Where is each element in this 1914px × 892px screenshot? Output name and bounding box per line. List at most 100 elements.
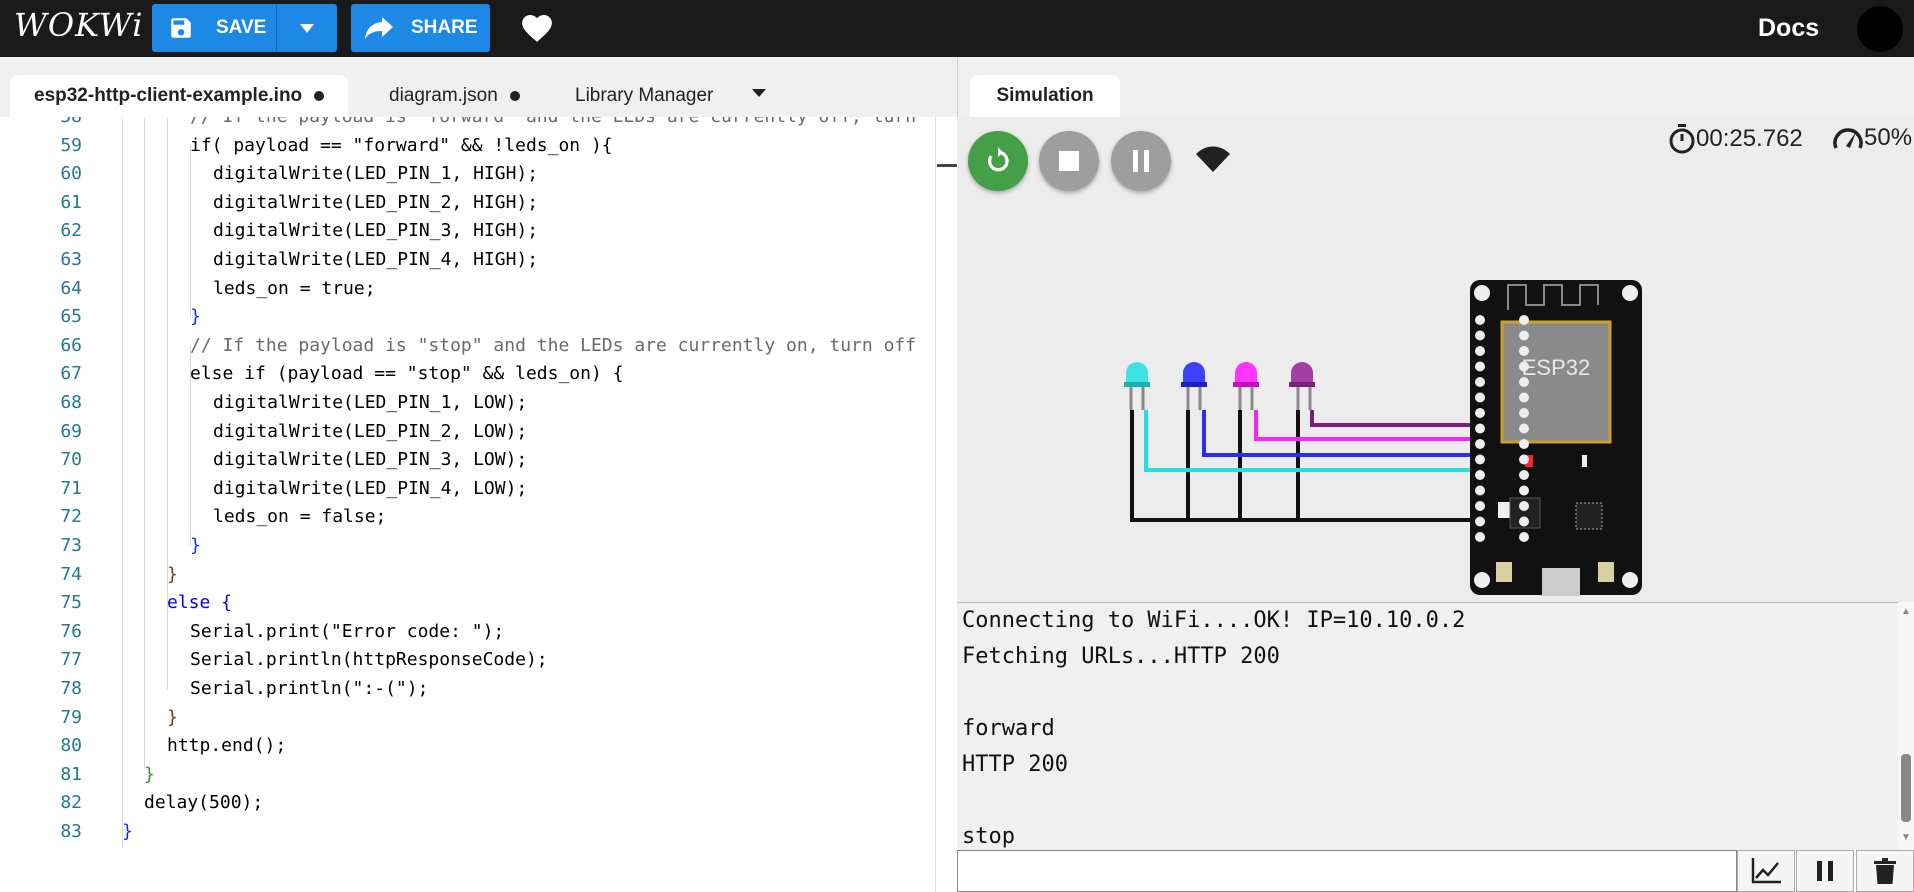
header-pin <box>1519 361 1529 372</box>
chart-icon <box>1751 858 1781 884</box>
serial-scrollbar[interactable]: ▲ ▼ <box>1898 602 1914 850</box>
header-pin <box>1519 470 1529 480</box>
save-icon <box>171 18 191 38</box>
speed-value: 50% <box>1864 124 1913 151</box>
header-pin <box>1475 454 1485 465</box>
editor-tabs: esp32-http-client-example.ino diagram.js… <box>0 57 957 117</box>
pause-icon <box>1817 861 1833 881</box>
led-3[interactable] <box>1233 362 1259 410</box>
tab-diagram-json[interactable]: diagram.json <box>389 75 520 117</box>
serial-line: HTTP 200 <box>962 752 1068 777</box>
wifi-icon <box>1196 146 1230 172</box>
scroll-up-icon[interactable]: ▲ <box>1901 606 1911 617</box>
code-line: 74} <box>60 563 178 585</box>
serial-line: forward <box>962 716 1055 741</box>
save-button-group: SAVE <box>152 4 337 52</box>
code-line: 60 digitalWrite(LED_PIN_1, HIGH); <box>60 163 539 185</box>
header-pin <box>1519 532 1529 542</box>
serial-line: Fetching URLs...HTTP 200 <box>962 644 1280 669</box>
code-line: 65} <box>60 306 201 328</box>
led-4[interactable] <box>1289 362 1315 410</box>
header-pin <box>1475 439 1485 449</box>
header-pin <box>1519 423 1529 434</box>
code-line: 59 if( payload == "forward" && !leds_on )… <box>60 134 613 156</box>
esp32-pins <box>1475 315 1529 542</box>
code-line: 61 digitalWrite(LED_PIN_2, HIGH); <box>60 191 539 213</box>
header-pin <box>1519 439 1529 449</box>
restart-simulation-button[interactable] <box>968 131 1028 191</box>
docs-link[interactable]: Docs <box>1758 14 1819 43</box>
tab-library-manager[interactable]: Library Manager <box>575 75 713 117</box>
header-pin <box>1475 330 1485 341</box>
code-line: 77 Serial.println(httpResponseCode); <box>60 649 548 671</box>
share-label: SHARE <box>411 17 478 38</box>
editor-divider <box>935 117 936 892</box>
code-line: 71 digitalWrite(LED_PIN_4, LOW); <box>60 477 528 499</box>
header-pin <box>1475 470 1485 480</box>
scrollbar-thumb[interactable] <box>1901 754 1911 822</box>
share-button[interactable]: SHARE <box>351 4 490 52</box>
serial-clear-button[interactable] <box>1856 850 1914 892</box>
code-line: 76 Serial.print("Error code: "); <box>60 620 505 642</box>
header-pin <box>1519 346 1529 356</box>
modified-dot-icon <box>314 91 325 101</box>
save-dropdown-button[interactable] <box>277 23 337 33</box>
user-avatar[interactable] <box>1857 6 1903 52</box>
serial-input[interactable] <box>957 850 1737 892</box>
speedometer-icon <box>1833 128 1863 149</box>
heart-icon[interactable] <box>520 11 554 43</box>
header-pin <box>1519 392 1529 403</box>
header-pin <box>1519 330 1529 341</box>
header-pin <box>1519 377 1529 387</box>
scroll-marker <box>937 164 957 167</box>
tab-main-ino[interactable]: esp32-http-client-example.ino <box>10 75 349 117</box>
pause-icon <box>1133 150 1149 172</box>
code-line: 63 digitalWrite(LED_PIN_4, HIGH); <box>60 249 539 270</box>
header-pin <box>1475 377 1485 387</box>
header-pin <box>1519 408 1529 418</box>
header-pin <box>1519 501 1529 511</box>
tabs-menu-caret-icon[interactable] <box>752 89 766 97</box>
tab-simulation[interactable]: Simulation <box>970 75 1120 117</box>
serial-monitor-output[interactable]: Connecting to WiFi....OK! IP=10.10.0.2 F… <box>957 602 1898 850</box>
code-line: 82 delay(500); <box>60 792 264 814</box>
code-line: 73} <box>60 535 201 556</box>
header-pin <box>1475 532 1485 542</box>
save-button[interactable]: SAVE <box>152 4 277 52</box>
caret-down-icon <box>300 23 314 33</box>
scroll-down-icon[interactable]: ▼ <box>1901 832 1911 843</box>
serial-pause-button[interactable] <box>1796 850 1854 892</box>
circuit-diagram[interactable]: ESP32 <box>1100 270 1650 600</box>
simulation-timer: 00:25.762 <box>1668 124 1803 154</box>
code-line: 75 else { <box>60 592 233 614</box>
header-pin <box>1475 408 1485 418</box>
timer-value: 00:25.762 <box>1696 125 1803 152</box>
top-bar: WOKWi SAVE SHARE Docs <box>0 0 1914 57</box>
code-line: 58// If the payload is "forward" and the… <box>0 117 935 132</box>
header-pin <box>1519 516 1529 527</box>
code-line: 68 digitalWrite(LED_PIN_1, LOW); <box>60 392 528 413</box>
led-1[interactable] <box>1124 362 1150 410</box>
code-line: 72 leds_on = false; <box>60 506 387 528</box>
save-label: SAVE <box>216 17 267 38</box>
modified-dot-icon <box>509 91 520 101</box>
tab-label: diagram.json <box>389 85 498 106</box>
simulation-speed: 50% <box>1832 124 1912 152</box>
header-pin <box>1475 516 1485 527</box>
led-2[interactable] <box>1181 362 1207 410</box>
serial-line: stop <box>962 824 1015 849</box>
serial-plotter-button[interactable] <box>1737 850 1795 892</box>
header-pin <box>1475 315 1485 325</box>
header-pin <box>1475 346 1485 356</box>
stop-simulation-button[interactable] <box>1039 131 1099 191</box>
code-line: 78 Serial.println(":-("); <box>60 678 429 699</box>
code-line: 81} <box>60 763 155 785</box>
wokwi-logo[interactable]: WOKWi <box>14 6 143 44</box>
tab-label: esp32-http-client-example.ino <box>34 85 303 106</box>
code-line: 67 else if (payload == "stop" && leds_on)… <box>60 363 624 385</box>
header-pin <box>1519 315 1529 325</box>
header-pin <box>1475 361 1485 372</box>
pause-simulation-button[interactable] <box>1111 131 1171 191</box>
code-editor[interactable]: 58// If the payload is "forward" and the… <box>0 117 935 892</box>
header-pin <box>1475 392 1485 403</box>
